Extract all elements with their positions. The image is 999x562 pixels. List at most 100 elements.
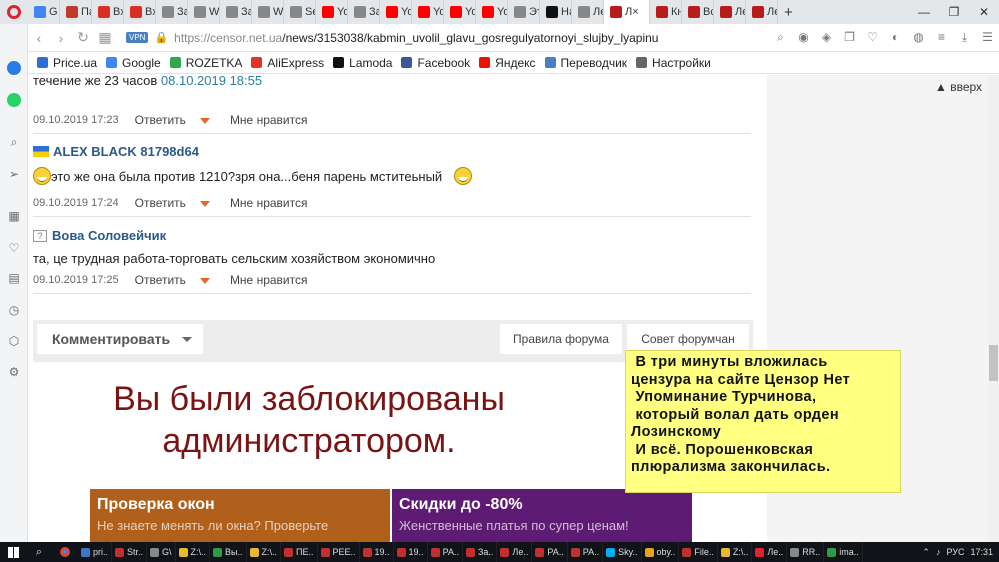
- browser-tab[interactable]: За: [156, 0, 188, 24]
- new-tab-button[interactable]: +: [778, 0, 797, 24]
- browser-tab[interactable]: Yo: [476, 0, 508, 24]
- whatsapp-icon[interactable]: [6, 92, 22, 108]
- taskbar-item[interactable]: За..: [463, 542, 498, 562]
- reload-icon[interactable]: ↻: [72, 29, 94, 46]
- forum-rules-button[interactable]: Правила форума: [500, 324, 622, 354]
- taskbar-item[interactable]: РА..: [568, 542, 604, 562]
- browser-tab[interactable]: G из: [28, 0, 60, 24]
- palette-icon[interactable]: ◍: [907, 30, 930, 45]
- bookmark-item[interactable]: Facebook: [401, 56, 470, 70]
- chrome-icon[interactable]: [52, 542, 78, 562]
- bookmark-icon[interactable]: ❐: [838, 30, 861, 45]
- menu-icon[interactable]: ≡: [930, 30, 953, 45]
- search-icon[interactable]: ⌕: [769, 30, 792, 45]
- reply-link[interactable]: Ответить: [135, 273, 186, 287]
- tabs-grid-icon[interactable]: ▦: [94, 29, 116, 46]
- taskbar-item[interactable]: RR..: [787, 542, 825, 562]
- taskbar-item[interactable]: ПЕ..: [281, 542, 318, 562]
- close-icon[interactable]: ×: [632, 6, 638, 18]
- shield-icon[interactable]: ◈: [815, 30, 838, 45]
- speed-dial-icon[interactable]: ▦: [6, 208, 22, 224]
- ad-banner[interactable]: Проверка окон Не знаете менять ли окна? …: [90, 489, 390, 542]
- camera-icon[interactable]: ◉: [792, 30, 815, 45]
- download-icon[interactable]: ⤓: [953, 30, 976, 45]
- like-link[interactable]: Мне нравится: [230, 273, 308, 287]
- browser-tab[interactable]: Ле: [714, 0, 746, 24]
- scroll-thumb[interactable]: [989, 345, 998, 381]
- language-indicator[interactable]: РУС: [946, 547, 964, 557]
- bookmark-item[interactable]: Google: [106, 56, 161, 70]
- browser-tab[interactable]: Yo: [380, 0, 412, 24]
- browser-tab[interactable]: W: [252, 0, 284, 24]
- taskbar-item[interactable]: Z:\..: [718, 542, 753, 562]
- tray-arrow-icon[interactable]: ⌃: [922, 547, 930, 558]
- gear-icon[interactable]: ⚙: [6, 364, 22, 380]
- ad-banner[interactable]: Скидки до -80% Женственные платья по суп…: [392, 489, 692, 542]
- taskbar-item[interactable]: Str..: [112, 542, 148, 562]
- taskbar-item[interactable]: Ле..: [497, 542, 533, 562]
- send-icon[interactable]: ➢: [6, 166, 22, 182]
- search-icon[interactable]: ⌕: [26, 542, 52, 562]
- extensions-icon[interactable]: ⬡: [6, 333, 22, 349]
- vote-down-icon[interactable]: [199, 201, 210, 207]
- taskbar-item[interactable]: Z:\..: [176, 542, 211, 562]
- messenger-icon[interactable]: [6, 60, 22, 76]
- comment-button[interactable]: Комментировать: [37, 324, 203, 354]
- browser-tab[interactable]: Se: [284, 0, 316, 24]
- comment-author[interactable]: ALEX BLACK 81798d64: [33, 144, 199, 159]
- like-link[interactable]: Мне нравится: [230, 196, 308, 210]
- bookmark-item[interactable]: AliExpress: [251, 56, 324, 70]
- bookmark-item[interactable]: Lamoda: [333, 56, 392, 70]
- browser-tab[interactable]: Вх: [92, 0, 124, 24]
- taskbar-item[interactable]: pri..: [78, 542, 113, 562]
- minimize-icon[interactable]: —: [909, 5, 939, 19]
- taskbar-item[interactable]: Ле..: [752, 542, 788, 562]
- comment-author[interactable]: ? Вова Соловейчик: [33, 228, 166, 243]
- bookmark-item[interactable]: Price.ua: [37, 56, 97, 70]
- maximize-icon[interactable]: ❐: [939, 5, 969, 19]
- scrollbar[interactable]: [988, 75, 999, 542]
- heart-icon[interactable]: ♡: [6, 240, 22, 256]
- browser-tab[interactable]: На: [540, 0, 572, 24]
- taskbar-item[interactable]: G\: [147, 542, 176, 562]
- speaker-icon[interactable]: ♪: [936, 547, 941, 557]
- heart-icon[interactable]: ♡: [861, 30, 884, 45]
- back-icon[interactable]: ‹: [28, 30, 50, 46]
- taskbar-item[interactable]: File..: [679, 542, 718, 562]
- forward-icon[interactable]: ›: [50, 30, 72, 46]
- vpn-badge[interactable]: VPN: [126, 32, 149, 43]
- taskbar-item[interactable]: РА..: [532, 542, 568, 562]
- settings-icon[interactable]: ☰: [976, 30, 999, 45]
- taskbar-item[interactable]: Z:\..: [247, 542, 282, 562]
- browser-tab[interactable]: Ле: [746, 0, 778, 24]
- browser-tab[interactable]: Yo: [316, 0, 348, 24]
- vote-down-icon[interactable]: [199, 278, 210, 284]
- browser-tab[interactable]: За: [220, 0, 252, 24]
- vote-down-icon[interactable]: [199, 118, 210, 124]
- news-icon[interactable]: ▤: [6, 270, 22, 286]
- bookmark-item[interactable]: Переводчик: [544, 56, 627, 70]
- taskbar-item[interactable]: 19..: [360, 542, 394, 562]
- reply-link[interactable]: Ответить: [135, 113, 186, 127]
- browser-tab[interactable]: Па: [60, 0, 92, 24]
- taskbar-item[interactable]: РЕЕ..: [318, 542, 360, 562]
- extension-icon[interactable]: ◐: [884, 30, 907, 45]
- browser-tab[interactable]: Yo: [444, 0, 476, 24]
- taskbar-item[interactable]: oby..: [642, 542, 680, 562]
- lock-icon[interactable]: 🔒: [154, 31, 168, 44]
- browser-tab[interactable]: За: [348, 0, 380, 24]
- browser-tab[interactable]: Вс: [682, 0, 714, 24]
- browser-tab[interactable]: Ле: [572, 0, 604, 24]
- taskbar-item[interactable]: Вы..: [210, 542, 247, 562]
- clock[interactable]: 17:31: [970, 547, 993, 557]
- taskbar-item[interactable]: Sky..: [603, 542, 642, 562]
- bookmark-item[interactable]: ROZETKA: [169, 56, 242, 70]
- taskbar-item[interactable]: 19..: [394, 542, 428, 562]
- bookmark-item[interactable]: Яндекс: [479, 56, 536, 70]
- bookmark-item[interactable]: Настройки: [636, 56, 711, 70]
- browser-tab[interactable]: Л ×: [604, 0, 650, 24]
- taskbar-item[interactable]: РА..: [428, 542, 463, 562]
- to-top-link[interactable]: ▲ вверх: [935, 80, 982, 94]
- browser-tab[interactable]: Кн: [650, 0, 682, 24]
- search-icon[interactable]: ⌕: [6, 134, 22, 150]
